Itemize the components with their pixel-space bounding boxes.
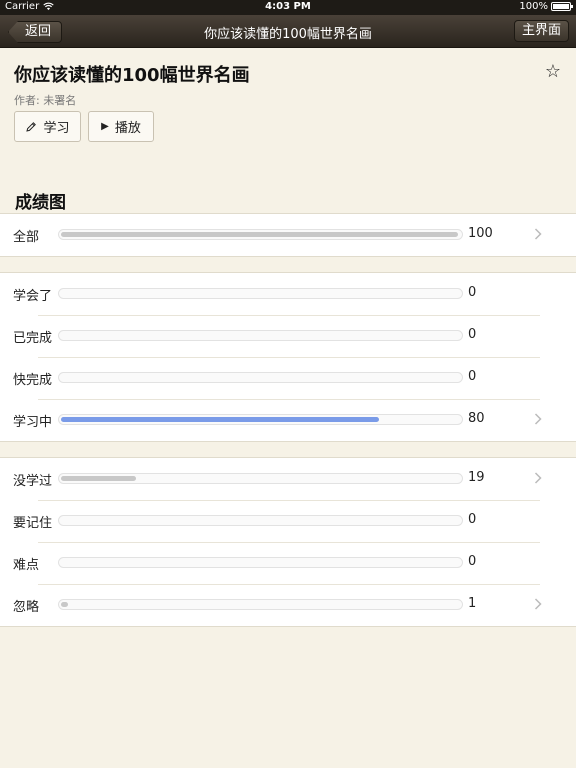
battery-percent: 100% [519, 1, 548, 12]
star-icon[interactable]: ☆ [545, 61, 561, 82]
row-value: 0 [468, 285, 477, 300]
progress-bar [58, 515, 463, 526]
book-title: 你应该读懂的100幅世界名画 [14, 65, 250, 86]
progress-bar [58, 473, 463, 484]
chevron-right-icon [534, 413, 542, 425]
progress-fill [61, 417, 379, 422]
row-label: 全部 [13, 230, 40, 245]
chevron-right-icon [534, 228, 542, 240]
pencil-icon [26, 121, 37, 132]
progress-bar [58, 330, 463, 341]
home-button[interactable]: 主界面 [513, 20, 569, 42]
section-title: 成绩图 [15, 193, 66, 213]
row-value: 80 [468, 411, 485, 426]
chevron-right-icon [534, 598, 542, 610]
nav-title: 你应该读懂的100幅世界名画 [204, 27, 372, 42]
stats-row[interactable]: 要记住 0 [0, 500, 576, 542]
progress-bar [58, 229, 463, 240]
row-label: 忽略 [13, 600, 40, 615]
row-label: 快完成 [13, 373, 53, 388]
play-button[interactable]: ▶ 播放 [88, 111, 154, 142]
battery-icon [551, 2, 573, 11]
progress-fill [61, 476, 136, 481]
author-label: 作者: 未署名 [14, 94, 77, 107]
stats-row[interactable]: 快完成 0 [0, 357, 576, 399]
nav-bar: 返回 你应该读懂的100幅世界名画 主界面 [0, 15, 576, 48]
stats-row[interactable]: 学会了 0 [0, 273, 576, 315]
row-label: 没学过 [13, 474, 53, 489]
progress-bar [58, 599, 463, 610]
row-value: 0 [468, 554, 477, 569]
stats-row[interactable]: 难点 0 [0, 542, 576, 584]
chevron-right-icon [534, 472, 542, 484]
progress-fill [61, 602, 68, 607]
progress-bar [58, 557, 463, 568]
play-icon: ▶ [101, 121, 109, 132]
row-label: 要记住 [13, 516, 53, 531]
progress-bar [58, 288, 463, 299]
stats-group-all: 全部 100 [0, 213, 576, 257]
play-button-label: 播放 [114, 121, 141, 136]
study-button[interactable]: 学习 [14, 111, 81, 142]
status-time: 4:03 PM [265, 1, 311, 12]
stats-row[interactable]: 全部 100 [0, 214, 576, 256]
study-button-label: 学习 [43, 121, 70, 136]
stats-row[interactable]: 已完成 0 [0, 315, 576, 357]
row-value: 19 [468, 470, 485, 485]
stats-row[interactable]: 学习中 80 [0, 399, 576, 441]
row-value: 100 [468, 226, 493, 241]
row-value: 0 [468, 327, 477, 342]
stats-row[interactable]: 没学过 19 [0, 458, 576, 500]
row-label: 学习中 [13, 415, 53, 430]
row-label: 已完成 [13, 331, 53, 346]
progress-bar [58, 414, 463, 425]
status-bar: Carrier 4:03 PM 100% [0, 0, 576, 15]
status-right: 100% [519, 1, 573, 12]
progress-bar [58, 372, 463, 383]
row-value: 0 [468, 512, 477, 527]
stats-group-pending: 没学过 19 要记住 0 难点 0 忽略 1 [0, 457, 576, 627]
row-label: 学会了 [13, 289, 53, 304]
row-value: 1 [468, 596, 477, 611]
stats-group-progress: 学会了 0 已完成 0 快完成 0 学习中 80 [0, 272, 576, 442]
progress-fill [61, 232, 458, 237]
row-value: 0 [468, 369, 477, 384]
row-label: 难点 [13, 558, 40, 573]
stats-row[interactable]: 忽略 1 [0, 584, 576, 626]
